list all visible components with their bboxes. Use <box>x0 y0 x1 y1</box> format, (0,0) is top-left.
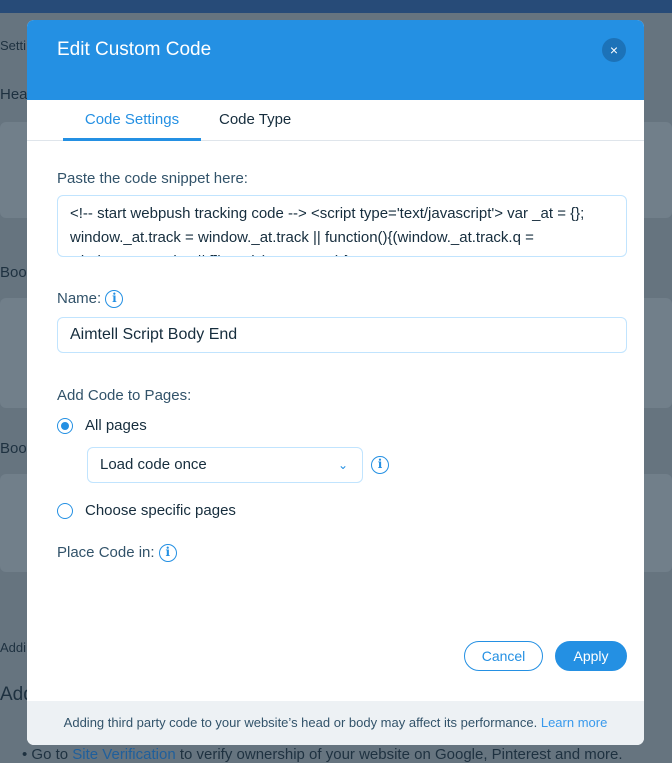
place-code-label: Place Code in: i <box>57 544 177 563</box>
footer-notice: Adding third party code to your website’… <box>27 701 644 745</box>
load-code-select[interactable]: Load code once ⌄ <box>87 447 363 483</box>
name-label: Name: i <box>57 290 124 309</box>
bg-text: Boo <box>0 440 27 457</box>
bg-bullet: • Go to Site Verification to verify owne… <box>22 746 623 763</box>
learn-more-link[interactable]: Learn more <box>541 715 607 730</box>
bg-text: Boo <box>0 264 27 281</box>
all-pages-label[interactable]: All pages <box>85 417 147 434</box>
site-verification-link[interactable]: Site Verification <box>72 746 175 763</box>
specific-pages-label[interactable]: Choose specific pages <box>85 502 236 519</box>
bg-text: Hea <box>0 86 28 103</box>
cancel-button[interactable]: Cancel <box>464 641 543 671</box>
apply-button[interactable]: Apply <box>555 641 627 671</box>
dialog-title: Edit Custom Code <box>57 39 212 60</box>
top-bar <box>0 0 672 13</box>
tab-code-type[interactable]: Code Type <box>219 100 291 141</box>
info-icon[interactable]: i <box>158 544 177 563</box>
code-label: Paste the code snippet here: <box>57 170 248 187</box>
radio-specific-pages[interactable] <box>57 503 73 519</box>
dialog-header: Edit Custom Code × <box>27 20 644 100</box>
bg-text: Addi <box>0 640 27 655</box>
info-icon[interactable]: i <box>105 290 124 309</box>
edit-custom-code-dialog: Edit Custom Code × Code Settings Code Ty… <box>27 20 644 745</box>
bg-text: Setti <box>0 38 27 53</box>
pages-label: Add Code to Pages: <box>57 387 192 404</box>
info-icon[interactable]: i <box>371 456 389 474</box>
tab-bar: Code Settings Code Type <box>27 100 644 141</box>
tab-code-settings[interactable]: Code Settings <box>63 100 201 141</box>
radio-all-pages[interactable] <box>57 418 73 434</box>
code-snippet-textarea[interactable]: <!-- start webpush tracking code --> <sc… <box>57 195 627 257</box>
close-icon[interactable]: × <box>602 38 626 62</box>
chevron-down-icon: ⌄ <box>337 458 348 472</box>
name-input[interactable]: Aimtell Script Body End <box>57 317 627 353</box>
